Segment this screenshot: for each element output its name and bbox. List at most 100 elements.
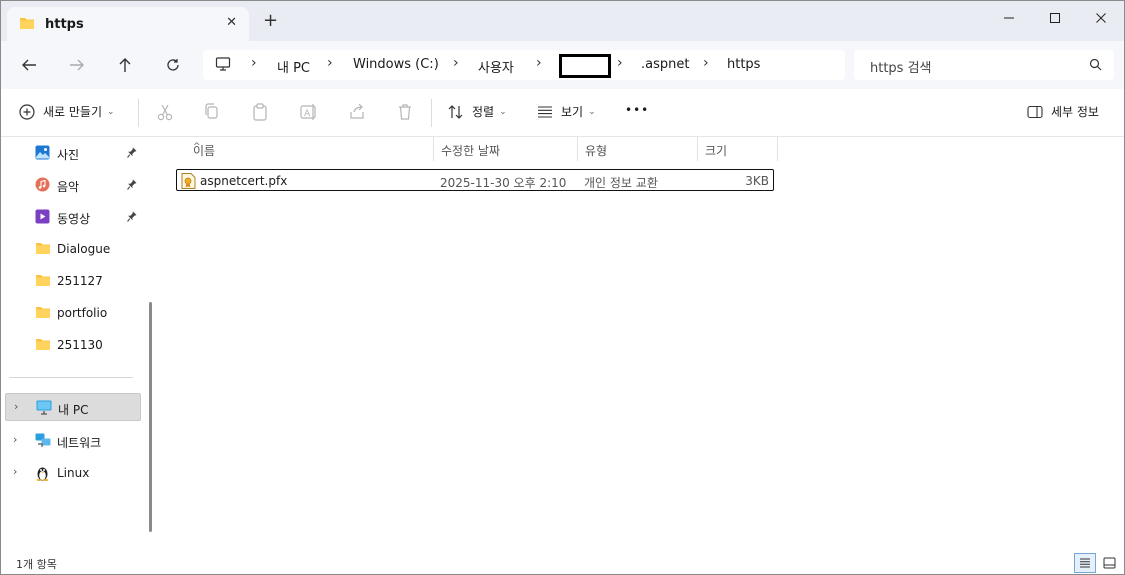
table-row[interactable]: aspnetcert.pfx 2025-11-30 오후 2:10 개인 정보 … [176, 169, 774, 191]
sidebar-scrollbar[interactable] [146, 137, 156, 551]
arrow-right-icon [70, 59, 84, 71]
sidebar-divider [9, 377, 133, 378]
sidebar-item-label: 내 PC [58, 403, 89, 417]
folder-icon [35, 337, 51, 354]
back-button[interactable] [17, 54, 41, 76]
sidebar-item-linux[interactable]: › Linux [1, 459, 141, 487]
breadcrumb-windows-c[interactable]: Windows (C:) [353, 57, 439, 72]
close-icon [1096, 13, 1106, 23]
maximize-icon [1050, 13, 1060, 23]
breadcrumb-aspnet[interactable]: .aspnet [641, 57, 689, 72]
column-divider[interactable] [777, 137, 778, 161]
plus-circle-icon [19, 103, 35, 120]
chevron-right-icon[interactable]: › [13, 433, 17, 446]
computer-icon [215, 57, 231, 74]
photos-icon [35, 145, 50, 163]
up-button[interactable] [113, 54, 137, 76]
minimize-button[interactable] [987, 7, 1031, 29]
sidebar-item-label: Dialogue [57, 242, 111, 256]
chevron-right-icon[interactable]: › [14, 400, 18, 413]
file-list-view: 이름 ^ 수정한 날짜 유형 크기 aspnetcert.pfx 2025-11… [160, 137, 1124, 551]
rename-icon[interactable]: A [300, 103, 318, 124]
sort-button-label: 정렬 [472, 105, 495, 119]
music-icon [35, 177, 50, 195]
search-box[interactable]: https 검색 [854, 50, 1114, 80]
toolbar-divider [431, 99, 432, 127]
address-bar[interactable]: › 내 PC › Windows (C:) › 사용자 › › .aspnet … [203, 50, 845, 80]
folder-icon [35, 305, 51, 322]
sidebar-item-label: 사진 [57, 148, 80, 162]
sort-ascending-icon: ^ [193, 142, 201, 152]
sidebar-item-photos[interactable]: 사진 [1, 139, 141, 167]
preview-view-icon [1103, 557, 1115, 569]
status-bar: 1개 항목 [1, 551, 1124, 574]
copy-icon[interactable] [204, 103, 220, 124]
trash-icon[interactable] [397, 103, 413, 124]
pc-icon [36, 400, 52, 418]
sidebar-item-label: 251130 [57, 338, 103, 352]
close-tab-icon[interactable]: ✕ [226, 15, 237, 30]
maximize-button[interactable] [1033, 7, 1077, 29]
tab-https[interactable]: https ✕ [7, 7, 249, 41]
share-icon[interactable] [348, 103, 366, 124]
sort-button[interactable]: 정렬 ⌄ [448, 103, 507, 120]
sort-icon [448, 104, 463, 119]
view-button-label: 보기 [561, 105, 584, 119]
more-options-button[interactable]: ••• [625, 103, 649, 117]
column-header-type[interactable]: 유형 [577, 137, 697, 161]
sidebar-item-label: 네트워크 [57, 436, 102, 450]
new-button[interactable]: 새로 만들기 ⌄ [19, 103, 115, 120]
sidebar-item-251127[interactable]: 251127 [1, 267, 141, 295]
paste-icon[interactable] [252, 103, 268, 124]
details-pane-button[interactable]: 세부 정보 [1027, 103, 1099, 120]
sidebar-item-music[interactable]: 음악 [1, 171, 141, 199]
column-header-modified[interactable]: 수정한 날짜 [433, 137, 577, 161]
search-icon [1089, 58, 1102, 74]
scrollbar-thumb[interactable] [149, 302, 152, 532]
pin-icon [127, 179, 137, 193]
file-name: aspnetcert.pfx [200, 174, 288, 188]
forward-button[interactable] [65, 54, 89, 76]
breadcrumb-separator-icon: › [536, 55, 542, 71]
folder-icon [19, 16, 35, 33]
breadcrumb-separator-icon: › [617, 55, 623, 71]
sidebar-item-label: portfolio [57, 306, 108, 320]
close-window-button[interactable] [1079, 7, 1123, 29]
column-header-label: 수정한 날짜 [441, 144, 501, 158]
chevron-right-icon[interactable]: › [13, 465, 17, 478]
title-bar: https ✕ + [1, 1, 1124, 41]
certificate-file-icon [181, 173, 196, 192]
new-tab-button[interactable]: + [263, 12, 278, 30]
refresh-button[interactable] [161, 54, 185, 76]
file-modified: 2025-11-30 오후 2:10 [440, 176, 567, 190]
sidebar-item-label: Linux [57, 466, 90, 480]
view-button[interactable]: 보기 ⌄ [537, 103, 596, 120]
sidebar-item-videos[interactable]: 동영상 [1, 203, 141, 231]
sidebar-item-251130[interactable]: 251130 [1, 331, 141, 359]
details-view-button[interactable] [1074, 553, 1096, 573]
tiles-view-button[interactable] [1098, 553, 1120, 573]
details-pane-icon [1027, 105, 1043, 118]
arrow-up-icon [119, 58, 131, 72]
file-type: 개인 정보 교환 [584, 176, 658, 190]
command-bar: 새로 만들기 ⌄ A 정렬 ⌄ 보기 ⌄ ••• 세부 정보 [1, 89, 1124, 137]
chevron-down-icon: ⌄ [107, 106, 115, 117]
cut-icon[interactable] [157, 103, 173, 124]
breadcrumb-https[interactable]: https [727, 57, 760, 72]
breadcrumb-this-pc[interactable]: 내 PC [277, 57, 310, 76]
column-header-name[interactable]: 이름 ^ [185, 137, 433, 161]
folder-icon [35, 241, 51, 258]
sidebar-item-dialogue[interactable]: Dialogue [1, 235, 141, 263]
svg-text:A: A [304, 109, 311, 119]
column-header-size[interactable]: 크기 [697, 137, 777, 161]
breadcrumb-separator-icon: › [453, 55, 459, 71]
sidebar-item-portfolio[interactable]: portfolio [1, 299, 141, 327]
folder-icon [35, 273, 51, 290]
sidebar-item-network[interactable]: › 네트워크 [1, 427, 141, 455]
search-input[interactable]: https 검색 [870, 57, 932, 76]
sidebar-item-label: 동영상 [57, 212, 91, 226]
toolbar-divider [138, 99, 139, 127]
breadcrumb-users[interactable]: 사용자 [478, 57, 514, 76]
sidebar-item-this-pc[interactable]: › 내 PC [5, 393, 141, 421]
breadcrumb-separator-icon: › [703, 55, 709, 71]
